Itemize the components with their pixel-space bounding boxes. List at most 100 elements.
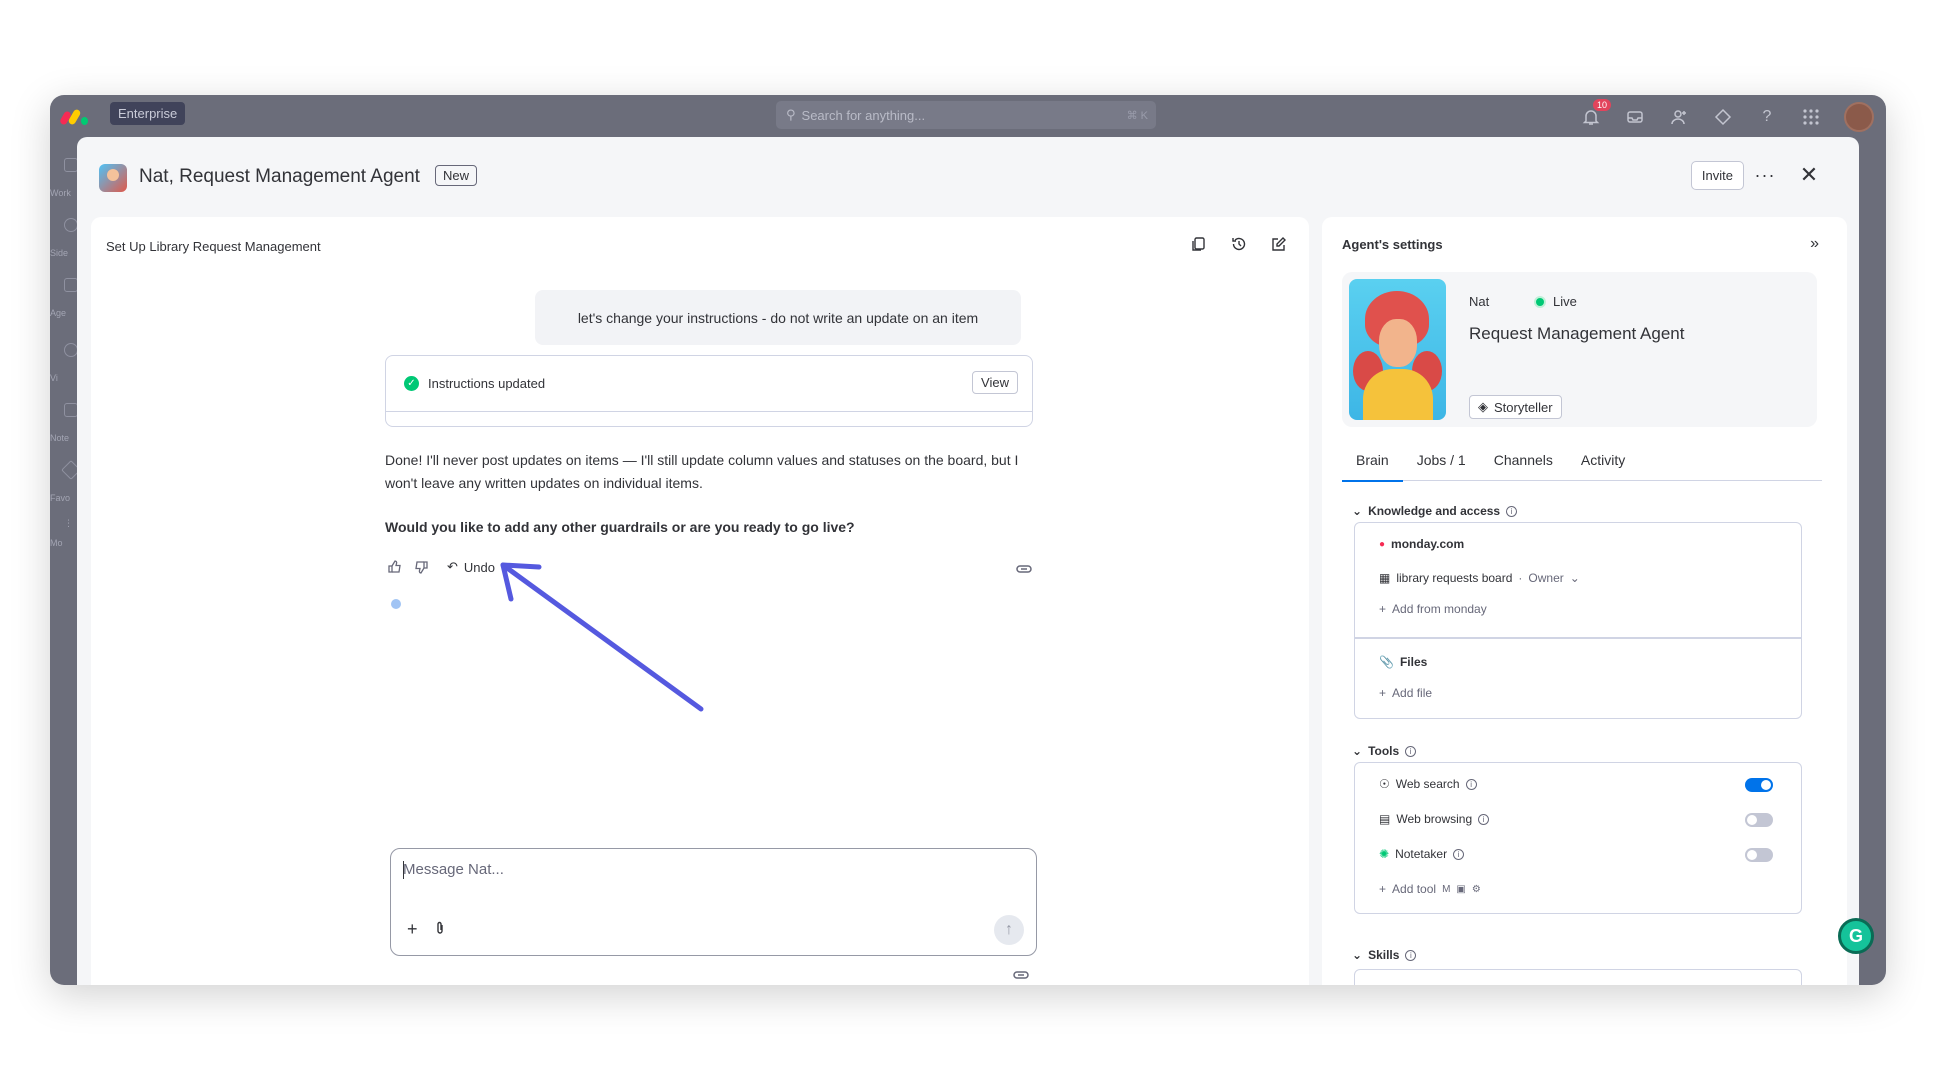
copy-icon[interactable]: [1189, 234, 1209, 254]
workspace-icon[interactable]: [64, 158, 78, 172]
invite-members-icon[interactable]: [1668, 106, 1690, 128]
add-from-monday-label: Add from monday: [1392, 602, 1487, 616]
info-icon[interactable]: i: [1478, 813, 1490, 825]
link-icon-bottom[interactable]: [1013, 967, 1029, 985]
help-icon[interactable]: ?: [1756, 106, 1778, 128]
link-icon[interactable]: [1016, 561, 1032, 579]
calendar-icon: ▣: [1456, 883, 1466, 895]
grammarly-icon[interactable]: G: [1838, 918, 1874, 954]
divider: [1355, 637, 1801, 639]
files-heading: Files: [1399, 655, 1428, 669]
user-message: let's change your instructions - do not …: [535, 290, 1021, 345]
agent-nickname: Nat: [1469, 294, 1490, 309]
bell-icon[interactable]: 10: [1580, 98, 1611, 128]
settings-title: Agent's settings: [1342, 237, 1443, 252]
tab-channels[interactable]: Channels: [1480, 449, 1567, 481]
info-icon[interactable]: i: [1465, 778, 1477, 790]
monday-source: ● monday.com: [1379, 537, 1464, 551]
files-header: 📎 Files: [1379, 655, 1427, 669]
new-badge: New: [435, 165, 478, 186]
send-icon[interactable]: ↑: [994, 915, 1024, 945]
global-search[interactable]: ⚲ Search for anything... ⌘ K: [776, 101, 1156, 129]
attach-icon[interactable]: [435, 921, 445, 940]
thumbs-down-icon[interactable]: [413, 559, 429, 575]
user-avatar[interactable]: [1844, 101, 1874, 132]
more-dots-icon[interactable]: ⋮: [64, 518, 73, 529]
info-icon[interactable]: i: [1453, 848, 1465, 860]
tool-web-browsing: ▤ Web browsing i: [1379, 812, 1490, 826]
browser-icon: ▤: [1379, 812, 1391, 826]
chevron-down-icon: ⌄: [1352, 948, 1363, 962]
tools-box: ☉ Web search i ▤ Web browsing i ✺ Noteta…: [1354, 762, 1802, 914]
apps-marketplace-icon[interactable]: [1712, 106, 1734, 128]
vibe-icon[interactable]: [64, 343, 78, 357]
more-options-icon[interactable]: ···: [1751, 161, 1779, 189]
sidekick-icon[interactable]: [64, 218, 78, 232]
check-circle-icon: ✓: [404, 376, 419, 391]
info-icon[interactable]: i: [1506, 505, 1518, 517]
tab-brain[interactable]: Brain: [1342, 449, 1403, 482]
close-icon[interactable]: ✕: [1795, 161, 1823, 189]
tab-activity[interactable]: Activity: [1567, 449, 1639, 481]
history-icon[interactable]: [1229, 234, 1249, 254]
rail-label-more: Mo: [50, 538, 63, 548]
web-search-toggle[interactable]: [1745, 778, 1773, 792]
message-input[interactable]: [403, 861, 1003, 878]
add-file[interactable]: + Add file: [1379, 686, 1432, 700]
monday-logo-icon: ●: [1379, 538, 1386, 550]
board-name: library requests board: [1396, 571, 1513, 585]
persona-icon: ◈: [1478, 399, 1488, 414]
modal-title: Nat, Request Management Agent: [139, 166, 420, 187]
agents-icon[interactable]: [64, 278, 78, 292]
persona-label: Storyteller: [1494, 399, 1553, 415]
notetaker-toggle[interactable]: [1745, 848, 1773, 862]
typing-indicator: [391, 599, 401, 609]
board-role[interactable]: Owner: [1528, 571, 1563, 585]
web-browsing-toggle[interactable]: [1745, 813, 1773, 827]
chat-panel: Set Up Library Request Management let's …: [91, 217, 1309, 985]
message-composer: + ↑: [390, 848, 1037, 956]
rail-label-note: Note: [50, 433, 70, 443]
chat-title: Set Up Library Request Management: [106, 239, 321, 254]
knowledge-section-header[interactable]: ⌄ Knowledge and access i: [1352, 504, 1518, 518]
tool-label: Web browsing: [1396, 812, 1473, 826]
view-button[interactable]: View: [972, 371, 1018, 394]
notetaker-icon[interactable]: [64, 403, 78, 417]
plus-icon: +: [1379, 602, 1387, 616]
monday-logo-icon[interactable]: [58, 105, 90, 127]
persona-tag[interactable]: ◈ Storyteller: [1469, 395, 1562, 419]
notification-count: 10: [1592, 98, 1611, 111]
skills-section-header[interactable]: ⌄ Skills i: [1352, 948, 1417, 962]
undo-button[interactable]: ↶ Undo: [447, 559, 495, 575]
plus-icon[interactable]: +: [407, 919, 418, 940]
invite-button[interactable]: Invite: [1690, 161, 1744, 190]
annotation-arrow-icon: [500, 562, 704, 712]
collapse-panel-icon[interactable]: »: [1810, 235, 1819, 253]
plus-icon: +: [1379, 882, 1387, 896]
board-access-row[interactable]: ▦ library requests board · Owner ⌄: [1379, 571, 1580, 585]
new-chat-icon[interactable]: [1269, 234, 1289, 254]
tool-notetaker: ✺ Notetaker i: [1379, 847, 1465, 861]
agent-portrait: [1349, 279, 1446, 420]
tab-jobs[interactable]: Jobs / 1: [1403, 449, 1480, 481]
knowledge-heading: Knowledge and access: [1368, 504, 1501, 518]
text-cursor: [403, 861, 404, 879]
add-file-label: Add file: [1392, 686, 1433, 700]
info-icon[interactable]: i: [1405, 949, 1417, 961]
inbox-icon[interactable]: [1624, 106, 1646, 128]
instructions-label: Instructions updated: [428, 376, 546, 391]
tools-section-header[interactable]: ⌄ Tools i: [1352, 744, 1417, 758]
add-tool-label: Add tool: [1392, 882, 1437, 896]
apps-grid-icon[interactable]: [1800, 106, 1822, 128]
tools-heading: Tools: [1368, 744, 1400, 758]
plan-badge: Enterprise: [110, 102, 186, 125]
instructions-updated-card: ✓ Instructions updated View: [385, 355, 1033, 427]
add-tool[interactable]: + Add tool M ▣ ⚙: [1379, 882, 1481, 896]
chevron-down-icon[interactable]: ⌄: [1570, 571, 1580, 585]
paperclip-icon: 📎: [1379, 655, 1394, 669]
thumbs-up-icon[interactable]: [387, 559, 403, 575]
rail-label-vi: Vi: [50, 373, 58, 383]
add-from-monday[interactable]: + Add from monday: [1379, 602, 1487, 616]
info-icon[interactable]: i: [1405, 745, 1417, 757]
agent-settings-panel: Agent's settings » Nat Live Request Mana…: [1322, 217, 1847, 985]
